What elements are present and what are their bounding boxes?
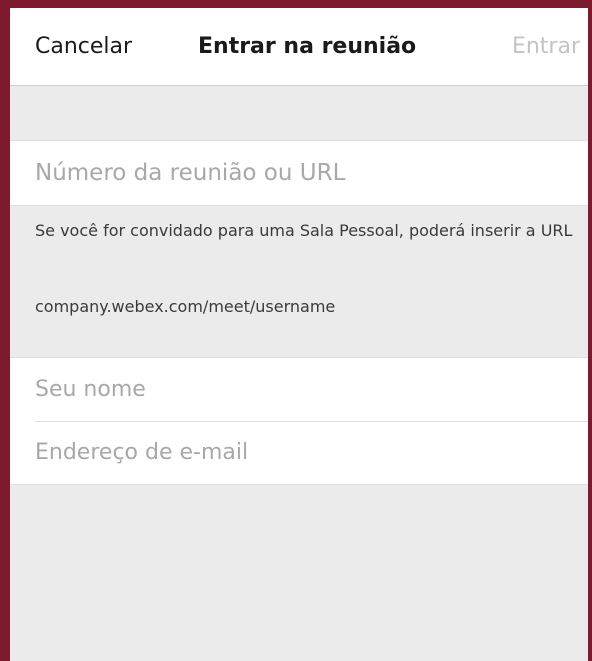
navigation-bar: Cancelar Entrar na reunião Entrar <box>10 8 588 86</box>
personal-room-help-text: Se você for convidado para uma Sala Pess… <box>35 221 573 240</box>
cancel-button[interactable]: Cancelar <box>35 34 132 59</box>
email-row <box>10 421 588 484</box>
join-button[interactable]: Entrar <box>512 34 580 59</box>
meeting-number-field <box>10 140 588 206</box>
section-spacer <box>10 86 588 140</box>
name-input[interactable] <box>35 358 578 421</box>
personal-room-url-example: company.webex.com/meet/username <box>35 297 336 316</box>
identity-fields-group <box>10 357 588 485</box>
page-title: Entrar na reunião <box>198 34 417 59</box>
meeting-number-input[interactable] <box>35 141 578 205</box>
email-input[interactable] <box>35 421 578 484</box>
name-row <box>10 358 588 421</box>
join-meeting-screen: Cancelar Entrar na reunião Entrar Se voc… <box>0 0 592 661</box>
